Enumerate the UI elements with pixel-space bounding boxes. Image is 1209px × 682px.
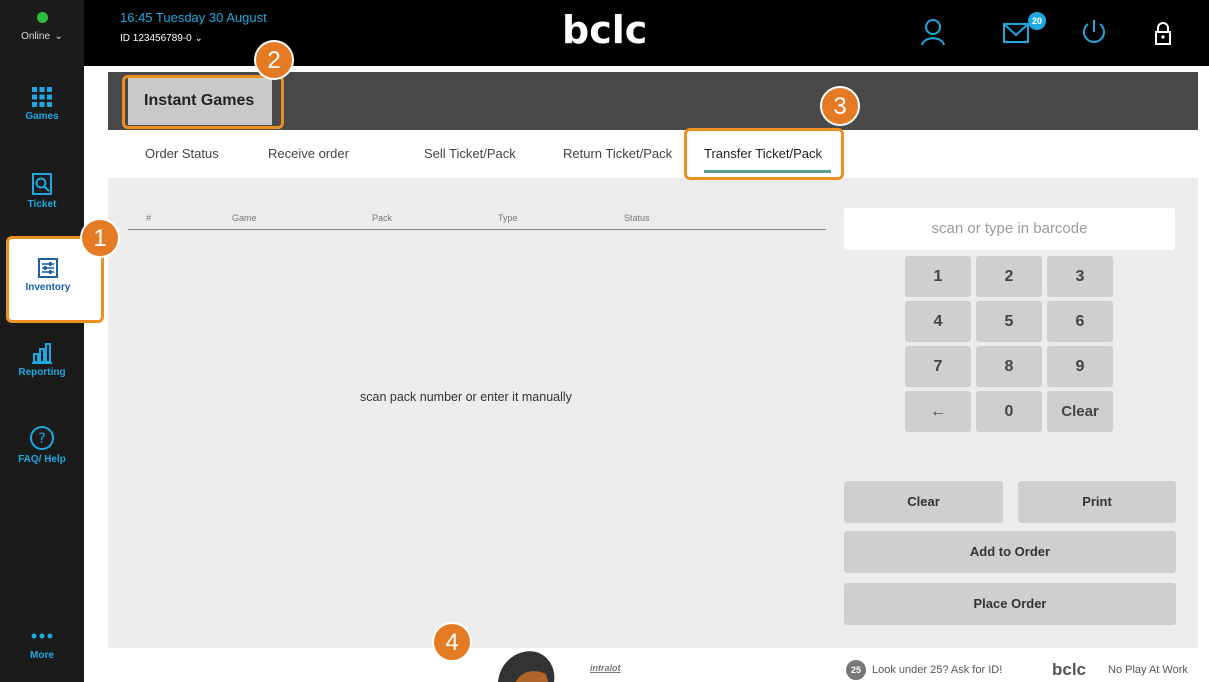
highlight-instant-games [122,75,284,129]
age-badge-number: 25 [850,665,861,675]
user-id: ID 123456789-0 [120,33,192,44]
status-label: Online [21,31,51,42]
tab-order-status[interactable]: Order Status [145,146,219,161]
keypad-key-8[interactable]: 8 [976,346,1042,387]
notification-badge: 20 [1028,12,1046,30]
lock-icon[interactable] [1154,22,1172,46]
column-header-number: # [146,213,152,223]
column-header-type: Type [498,213,518,223]
keypad-key-6[interactable]: 6 [1047,301,1113,342]
svg-text:?: ? [38,431,45,447]
age-notice: Look under 25? Ask for ID! [872,664,1003,676]
sidebar-item-label: FAQ/ Help [18,454,66,465]
tab-sell-ticket-pack[interactable]: Sell Ticket/Pack [424,146,516,161]
keypad-key-4[interactable]: 4 [905,301,971,342]
add-to-order-button[interactable]: Add to Order [844,531,1176,573]
sidebar-item-label: Games [25,111,59,122]
callout-1: 1 [80,218,120,258]
footer-brand-logo: bclc [1052,660,1087,679]
keypad-key-9[interactable]: 9 [1047,346,1113,387]
highlight-transfer-tab [684,128,844,180]
keypad-key-3[interactable]: 3 [1047,256,1113,297]
sidebar-item-label: More [30,650,54,661]
barcode-input[interactable]: scan or type in barcode [844,208,1175,250]
user-icon[interactable] [920,18,946,46]
help-icon: ? [30,426,54,450]
chevron-down-icon: ⌄ [54,31,63,42]
intralot-logo: intralot [590,663,621,673]
grid-icon [32,87,52,107]
keypad-key-1[interactable]: 1 [905,256,971,297]
more-dots-icon [31,633,53,639]
keypad-key-5[interactable]: 5 [976,301,1042,342]
sidebar-item-label: Ticket [27,199,57,210]
clear-button[interactable]: Clear [844,481,1003,523]
keypad-key-0[interactable]: 0 [976,391,1042,432]
callout-3: 3 [820,86,860,126]
logo-text: bclc [562,8,648,52]
keypad-clear[interactable]: Clear [1047,391,1113,432]
table-divider [128,229,826,230]
current-datetime: 16:45 Tuesday 30 August [120,10,267,25]
sidebar-item-games[interactable]: Games [0,86,84,122]
chevron-down-icon: ⌄ [194,33,203,44]
keypad-key-7[interactable]: 7 [905,346,971,387]
connection-status[interactable]: Online ⌄ [0,12,84,44]
sidebar-item-label: Inventory [25,282,71,293]
keypad-backspace[interactable]: ← [905,391,971,432]
callout-2: 2 [254,40,294,80]
column-header-game: Game [232,213,257,223]
keypad-key-2[interactable]: 2 [976,256,1042,297]
user-id-dropdown[interactable]: ID 123456789-0 ⌄ [120,33,203,44]
place-order-button[interactable]: Place Order [844,583,1176,625]
tab-receive-order[interactable]: Receive order [268,146,349,161]
sidebar-item-faq-help[interactable]: ? FAQ/ Help [0,425,84,465]
footer-tagline: No Play At Work [1108,664,1188,676]
tab-return-ticket-pack[interactable]: Return Ticket/Pack [563,146,672,161]
age-badge-icon: 25 [846,660,866,680]
sidebar-item-more[interactable]: More [0,632,84,661]
ticket-icon [32,173,52,195]
print-button[interactable]: Print [1018,481,1176,523]
inventory-icon [38,258,58,278]
callout-4: 4 [432,622,472,662]
scanner-device-icon [498,651,555,682]
power-icon[interactable] [1080,18,1108,46]
online-status-icon [36,12,48,23]
top-bar: 16:45 Tuesday 30 August ID 123456789-0 ⌄… [84,0,1209,66]
empty-table-message: scan pack number or enter it manually [360,390,572,404]
sidebar-item-label: Reporting [18,367,66,378]
bclc-logo: bclc [562,8,647,52]
column-header-status: Status [624,213,650,223]
column-header-pack: Pack [372,213,393,223]
sidebar: Online ⌄ Games Ticket Inventory Reportin… [0,0,104,682]
sidebar-item-reporting[interactable]: Reporting [0,342,84,378]
sidebar-item-ticket[interactable]: Ticket [0,172,84,210]
bar-chart-icon [32,343,52,364]
mail-icon[interactable] [1002,22,1030,44]
